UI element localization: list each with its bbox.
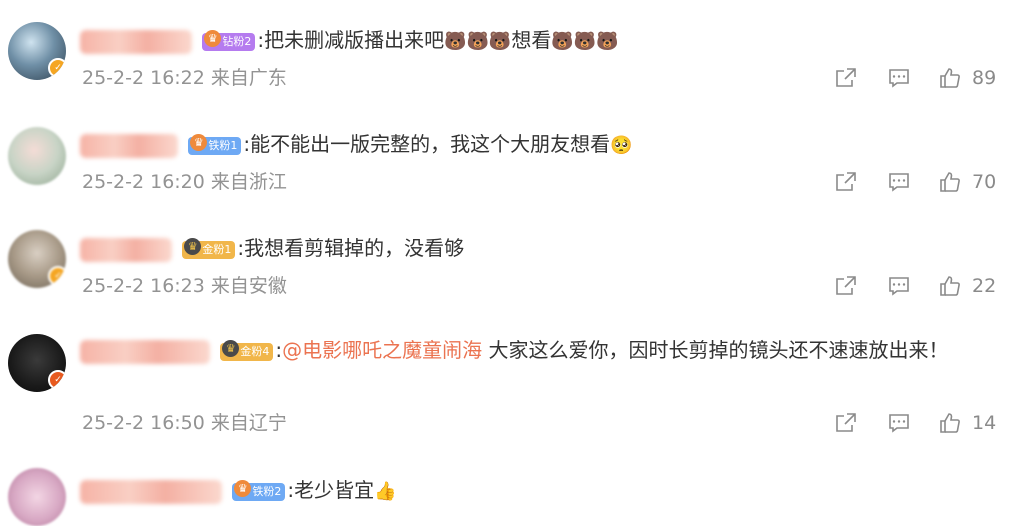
- emoji: 👍: [374, 481, 397, 502]
- username-blurred[interactable]: [80, 237, 172, 262]
- comment-meta: 25-2-2 16:22 来自广东: [82, 67, 287, 89]
- avatar[interactable]: ✓: [8, 230, 66, 288]
- fan-badge-label: 钻粉2: [222, 34, 252, 48]
- share-icon[interactable]: [834, 66, 858, 90]
- fan-badge: ♛ 铁粉2: [232, 479, 286, 501]
- thumbs-up-icon[interactable]: [938, 274, 962, 298]
- comment-actions: 89: [830, 66, 1010, 90]
- comment-header: ♛ 铁粉2 :老少皆宜👍: [80, 476, 397, 506]
- share-icon[interactable]: [834, 274, 858, 298]
- thumbs-up-icon[interactable]: [938, 66, 962, 90]
- thumbs-up-icon[interactable]: [938, 411, 962, 435]
- verified-badge-icon: ✓: [48, 58, 66, 78]
- fan-crest-icon: ♛: [190, 133, 208, 151]
- comment-meta: 25-2-2 16:50 来自辽宁: [82, 412, 287, 434]
- comment-text: :老少皆宜: [287, 478, 375, 502]
- comment-header: ♛ 金粉4 :@电影哪吒之魔童闹海 大家这么爱你，因时长剪掉的镜头还不速速放出来…: [80, 332, 980, 368]
- username-blurred[interactable]: [80, 133, 178, 158]
- comment-icon[interactable]: [887, 170, 911, 194]
- like-count: 70: [972, 171, 997, 193]
- comment-text: 大家这么爱你，因时长剪掉的镜头还不速速放出来！: [482, 338, 949, 362]
- comment-header: ♛ 铁粉1 :能不能出一版完整的，我这个大朋友想看🥺: [80, 130, 633, 160]
- verified-badge-icon: ✓: [48, 370, 66, 390]
- like-count: 22: [972, 275, 997, 297]
- comment-icon[interactable]: [887, 411, 911, 435]
- avatar[interactable]: ✓: [8, 22, 66, 80]
- emoji: 🐻🐻🐻: [551, 31, 619, 52]
- thumbs-up-icon[interactable]: [938, 170, 962, 194]
- emoji: 🐻🐻🐻: [444, 31, 512, 52]
- fan-crest-icon: ♛: [222, 339, 240, 357]
- like-count: 89: [972, 67, 997, 89]
- fan-badge: ♛ 铁粉1: [188, 133, 242, 155]
- fan-badge-label: 金粉1: [202, 242, 232, 256]
- comment-meta: 25-2-2 16:20 来自浙江: [82, 171, 287, 193]
- fan-badge: ♛ 钻粉2: [202, 29, 256, 51]
- mention-link[interactable]: @电影哪吒之魔童闹海: [282, 338, 482, 362]
- username-blurred[interactable]: [80, 339, 210, 364]
- comment-icon[interactable]: [887, 66, 911, 90]
- fan-badge-label: 铁粉1: [208, 138, 238, 152]
- avatar[interactable]: [8, 127, 66, 185]
- comment-text: :能不能出一版完整的，我这个大朋友想看: [243, 132, 611, 156]
- emoji: 🥺: [610, 135, 633, 156]
- avatar[interactable]: ✓: [8, 334, 66, 392]
- username-blurred[interactable]: [80, 479, 222, 504]
- share-icon[interactable]: [834, 411, 858, 435]
- avatar[interactable]: [8, 468, 66, 526]
- fan-crest-icon: ♛: [234, 479, 252, 497]
- comment-header: ♛ 钻粉2 :把未删减版播出来吧🐻🐻🐻想看🐻🐻🐻: [80, 26, 619, 56]
- fan-badge-label: 铁粉2: [252, 484, 282, 498]
- fan-badge-label: 金粉4: [240, 344, 270, 358]
- fan-badge: ♛ 金粉1: [182, 237, 236, 259]
- comment-actions: 14: [830, 411, 1010, 435]
- fan-crest-icon: ♛: [184, 237, 202, 255]
- comment-meta: 25-2-2 16:23 来自安徽: [82, 275, 287, 297]
- like-count: 14: [972, 412, 997, 434]
- comment-header: ♛ 金粉1 :我想看剪辑掉的，没看够: [80, 234, 464, 262]
- comment-icon[interactable]: [887, 274, 911, 298]
- comment-actions: 22: [830, 274, 1010, 298]
- fan-badge: ♛ 金粉4: [220, 339, 274, 361]
- verified-badge-icon: ✓: [48, 266, 66, 286]
- comment-text-continued: 想看: [511, 28, 552, 52]
- fan-crest-icon: ♛: [204, 29, 222, 47]
- comment-text: :把未删减版播出来吧: [257, 28, 445, 52]
- username-blurred[interactable]: [80, 29, 192, 54]
- comment-text: :我想看剪辑掉的，没看够: [237, 236, 465, 260]
- share-icon[interactable]: [834, 170, 858, 194]
- comment-actions: 70: [830, 170, 1010, 194]
